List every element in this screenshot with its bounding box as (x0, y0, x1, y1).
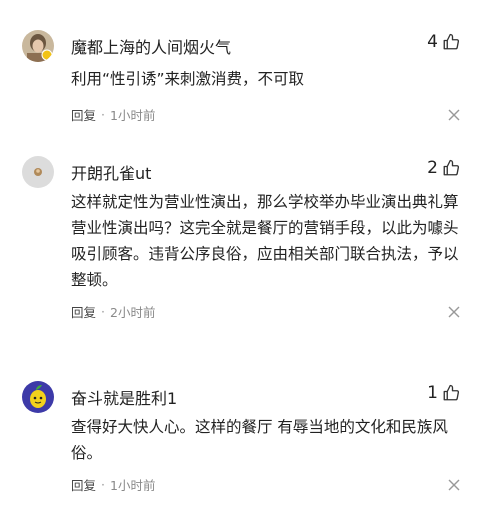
comment-meta: 回复 · 1小时前 (71, 475, 155, 494)
close-icon[interactable] (448, 479, 460, 491)
comment-item: 奋斗就是胜利1 1 查得好大快人心。这样的餐厅 有辱当地的文化和民族风俗。 回复… (0, 357, 500, 508)
separator: · (101, 107, 105, 122)
thumbs-up-icon (443, 384, 460, 401)
close-icon[interactable] (448, 109, 460, 121)
like-count: 1 (427, 383, 438, 403)
username[interactable]: 开朗孔雀ut (71, 160, 151, 184)
separator: · (101, 477, 105, 492)
comment-meta: 回复 · 2小时前 (71, 302, 155, 321)
timestamp: 1小时前 (110, 108, 156, 123)
comment-item: 开朗孔雀ut 2 这样就定性为营业性演出，那么学校举办毕业演出典礼算营业性演出吗… (0, 142, 500, 357)
comment-text: 查得好大快人心。这样的餐厅 有辱当地的文化和民族风俗。 (71, 418, 448, 462)
reply-button[interactable]: 回复 (71, 475, 96, 494)
like-button[interactable]: 2 (427, 158, 460, 178)
separator: · (101, 304, 105, 319)
comment-text: 利用“性引诱”来刺激消费，不可取 (71, 70, 305, 88)
username[interactable]: 魔都上海的人间烟火气 (71, 34, 231, 58)
reply-button[interactable]: 回复 (71, 105, 96, 124)
thumbs-up-icon (443, 159, 460, 176)
like-button[interactable]: 1 (427, 383, 460, 403)
close-icon[interactable] (448, 306, 460, 318)
avatar[interactable] (22, 30, 54, 62)
comment-text: 这样就定性为营业性演出，那么学校举办毕业演出典礼算营业性演出吗？这完全就是餐厅的… (71, 193, 459, 289)
like-count: 2 (427, 158, 438, 178)
comment-meta: 回复 · 1小时前 (71, 105, 155, 124)
like-count: 4 (427, 32, 438, 52)
thumbs-up-icon (443, 33, 460, 50)
timestamp: 1小时前 (110, 478, 156, 493)
comment-item: 魔都上海的人间烟火气 4 利用“性引诱”来刺激消费，不可取 回复 · 1小时前 (0, 0, 500, 142)
timestamp: 2小时前 (110, 305, 156, 320)
avatar[interactable] (22, 381, 54, 413)
reply-button[interactable]: 回复 (71, 302, 96, 321)
username[interactable]: 奋斗就是胜利1 (71, 385, 177, 409)
avatar[interactable] (22, 156, 54, 188)
like-button[interactable]: 4 (427, 32, 460, 52)
